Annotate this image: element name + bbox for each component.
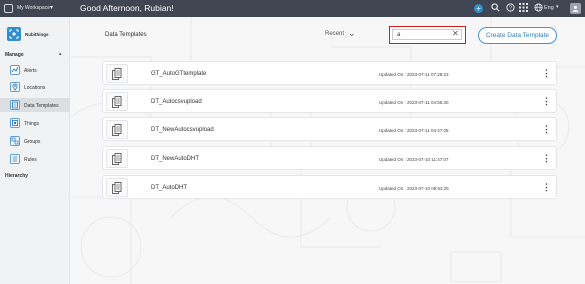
rules-icon	[10, 154, 20, 164]
brand-logo	[7, 27, 21, 41]
updated-timestamp: Updated On : 2023-07-11 04:47:05	[379, 127, 449, 133]
template-name[interactable]: DT_Autocsvupload	[151, 99, 202, 105]
sidebar-item-label: Things	[24, 120, 40, 127]
alert-icon	[10, 65, 20, 75]
search-highlight: ✕	[389, 26, 466, 44]
list-item[interactable]: DT_AutoDHT Updated On : 2023-07-10 09:53…	[102, 175, 557, 199]
template-name[interactable]: DT_AutoDHT	[151, 185, 187, 191]
template-name[interactable]: GT_AutoGTtemplate	[151, 71, 206, 77]
page-title: Data Templates	[105, 32, 147, 38]
workspace-selector[interactable]: My Workspace	[17, 5, 50, 11]
more-vertical-icon[interactable]: ⋮	[542, 152, 551, 165]
sidebar-item-groups[interactable]: Groups	[0, 134, 70, 148]
list-item[interactable]: DT_Autocsvupload Updated On : 2023-07-11…	[102, 89, 557, 113]
create-data-template-button[interactable]: Create Data Template	[478, 27, 557, 44]
main-content: Data Templates Recent ⌄ ✕ Create Data Te…	[71, 17, 585, 284]
sidebar-item-label: Groups	[24, 138, 41, 145]
apps-grid-icon[interactable]	[518, 3, 528, 13]
updated-timestamp: Updated On : 2023-07-10 11:47:07	[379, 156, 449, 162]
top-bar: My Workspace ▾ Good Afternoon, Rubian! +…	[0, 0, 585, 17]
chevron-down-icon[interactable]: ⌄	[348, 28, 356, 39]
add-icon[interactable]: +	[474, 4, 483, 13]
svg-text:?: ?	[509, 6, 512, 12]
location-icon	[10, 82, 20, 92]
manage-section-title: Manage	[5, 52, 24, 58]
sidebar-item-label: Data Templates	[24, 102, 59, 109]
sidebar-item-things[interactable]: Things	[0, 116, 70, 130]
help-icon[interactable]: ?	[505, 3, 515, 13]
chevron-down-icon[interactable]: ▾	[556, 4, 559, 10]
more-vertical-icon[interactable]: ⋮	[542, 181, 551, 194]
chevron-up-icon[interactable]: ▴	[59, 51, 62, 57]
more-vertical-icon[interactable]: ⋮	[542, 67, 551, 80]
search-icon[interactable]	[490, 3, 500, 13]
greeting-text: Good Afternoon, Rubian!	[80, 3, 174, 13]
more-vertical-icon[interactable]: ⋮	[542, 95, 551, 108]
language-selector[interactable]: Eng	[544, 5, 554, 11]
user-avatar-icon[interactable]	[570, 3, 581, 14]
template-name[interactable]: DT_NewAutoDHT	[151, 156, 199, 162]
close-icon[interactable]: ✕	[452, 29, 459, 38]
sort-dropdown[interactable]: Recent	[325, 31, 344, 37]
template-name[interactable]: DT_NewAutocsvupload	[151, 127, 214, 133]
updated-timestamp: Updated On : 2023-07-11 07:28:23	[379, 71, 449, 77]
hierarchy-section-title[interactable]: Hierarchy	[5, 173, 28, 179]
sidebar-item-label: Alerts	[24, 67, 37, 74]
sidebar-item-locations[interactable]: Locations	[0, 80, 70, 94]
globe-icon[interactable]	[533, 3, 543, 13]
sidebar-item-label: Rules	[24, 156, 37, 163]
updated-timestamp: Updated On : 2023-07-11 04:55:30	[379, 99, 449, 105]
data-template-icon	[106, 149, 128, 168]
more-vertical-icon[interactable]: ⋮	[542, 123, 551, 136]
list-item[interactable]: DT_NewAutocsvupload Updated On : 2023-07…	[102, 117, 557, 141]
workspace-icon[interactable]	[4, 4, 13, 13]
brand-name: Rubithings	[25, 32, 49, 37]
things-icon	[10, 118, 20, 128]
template-icon	[10, 100, 20, 110]
sidebar-item-data-templates[interactable]: Data Templates	[0, 98, 70, 112]
sidebar-item-rules[interactable]: Rules	[0, 152, 70, 166]
data-template-icon	[106, 120, 128, 139]
updated-timestamp: Updated On : 2023-07-10 09:53:25	[379, 185, 449, 191]
sidebar-item-alerts[interactable]: Alerts	[0, 63, 70, 77]
sidebar-item-label: Locations	[24, 84, 46, 91]
list-item[interactable]: GT_AutoGTtemplate Updated On : 2023-07-1…	[102, 61, 557, 85]
data-template-icon	[106, 64, 128, 83]
sidebar: Rubithings Manage ▴ Alerts Locations Dat…	[0, 17, 70, 284]
data-template-icon	[106, 92, 128, 111]
groups-icon	[10, 136, 20, 146]
list-item[interactable]: DT_NewAutoDHT Updated On : 2023-07-10 11…	[102, 146, 557, 170]
data-template-icon	[106, 178, 128, 197]
chevron-down-icon[interactable]: ▾	[50, 4, 53, 11]
